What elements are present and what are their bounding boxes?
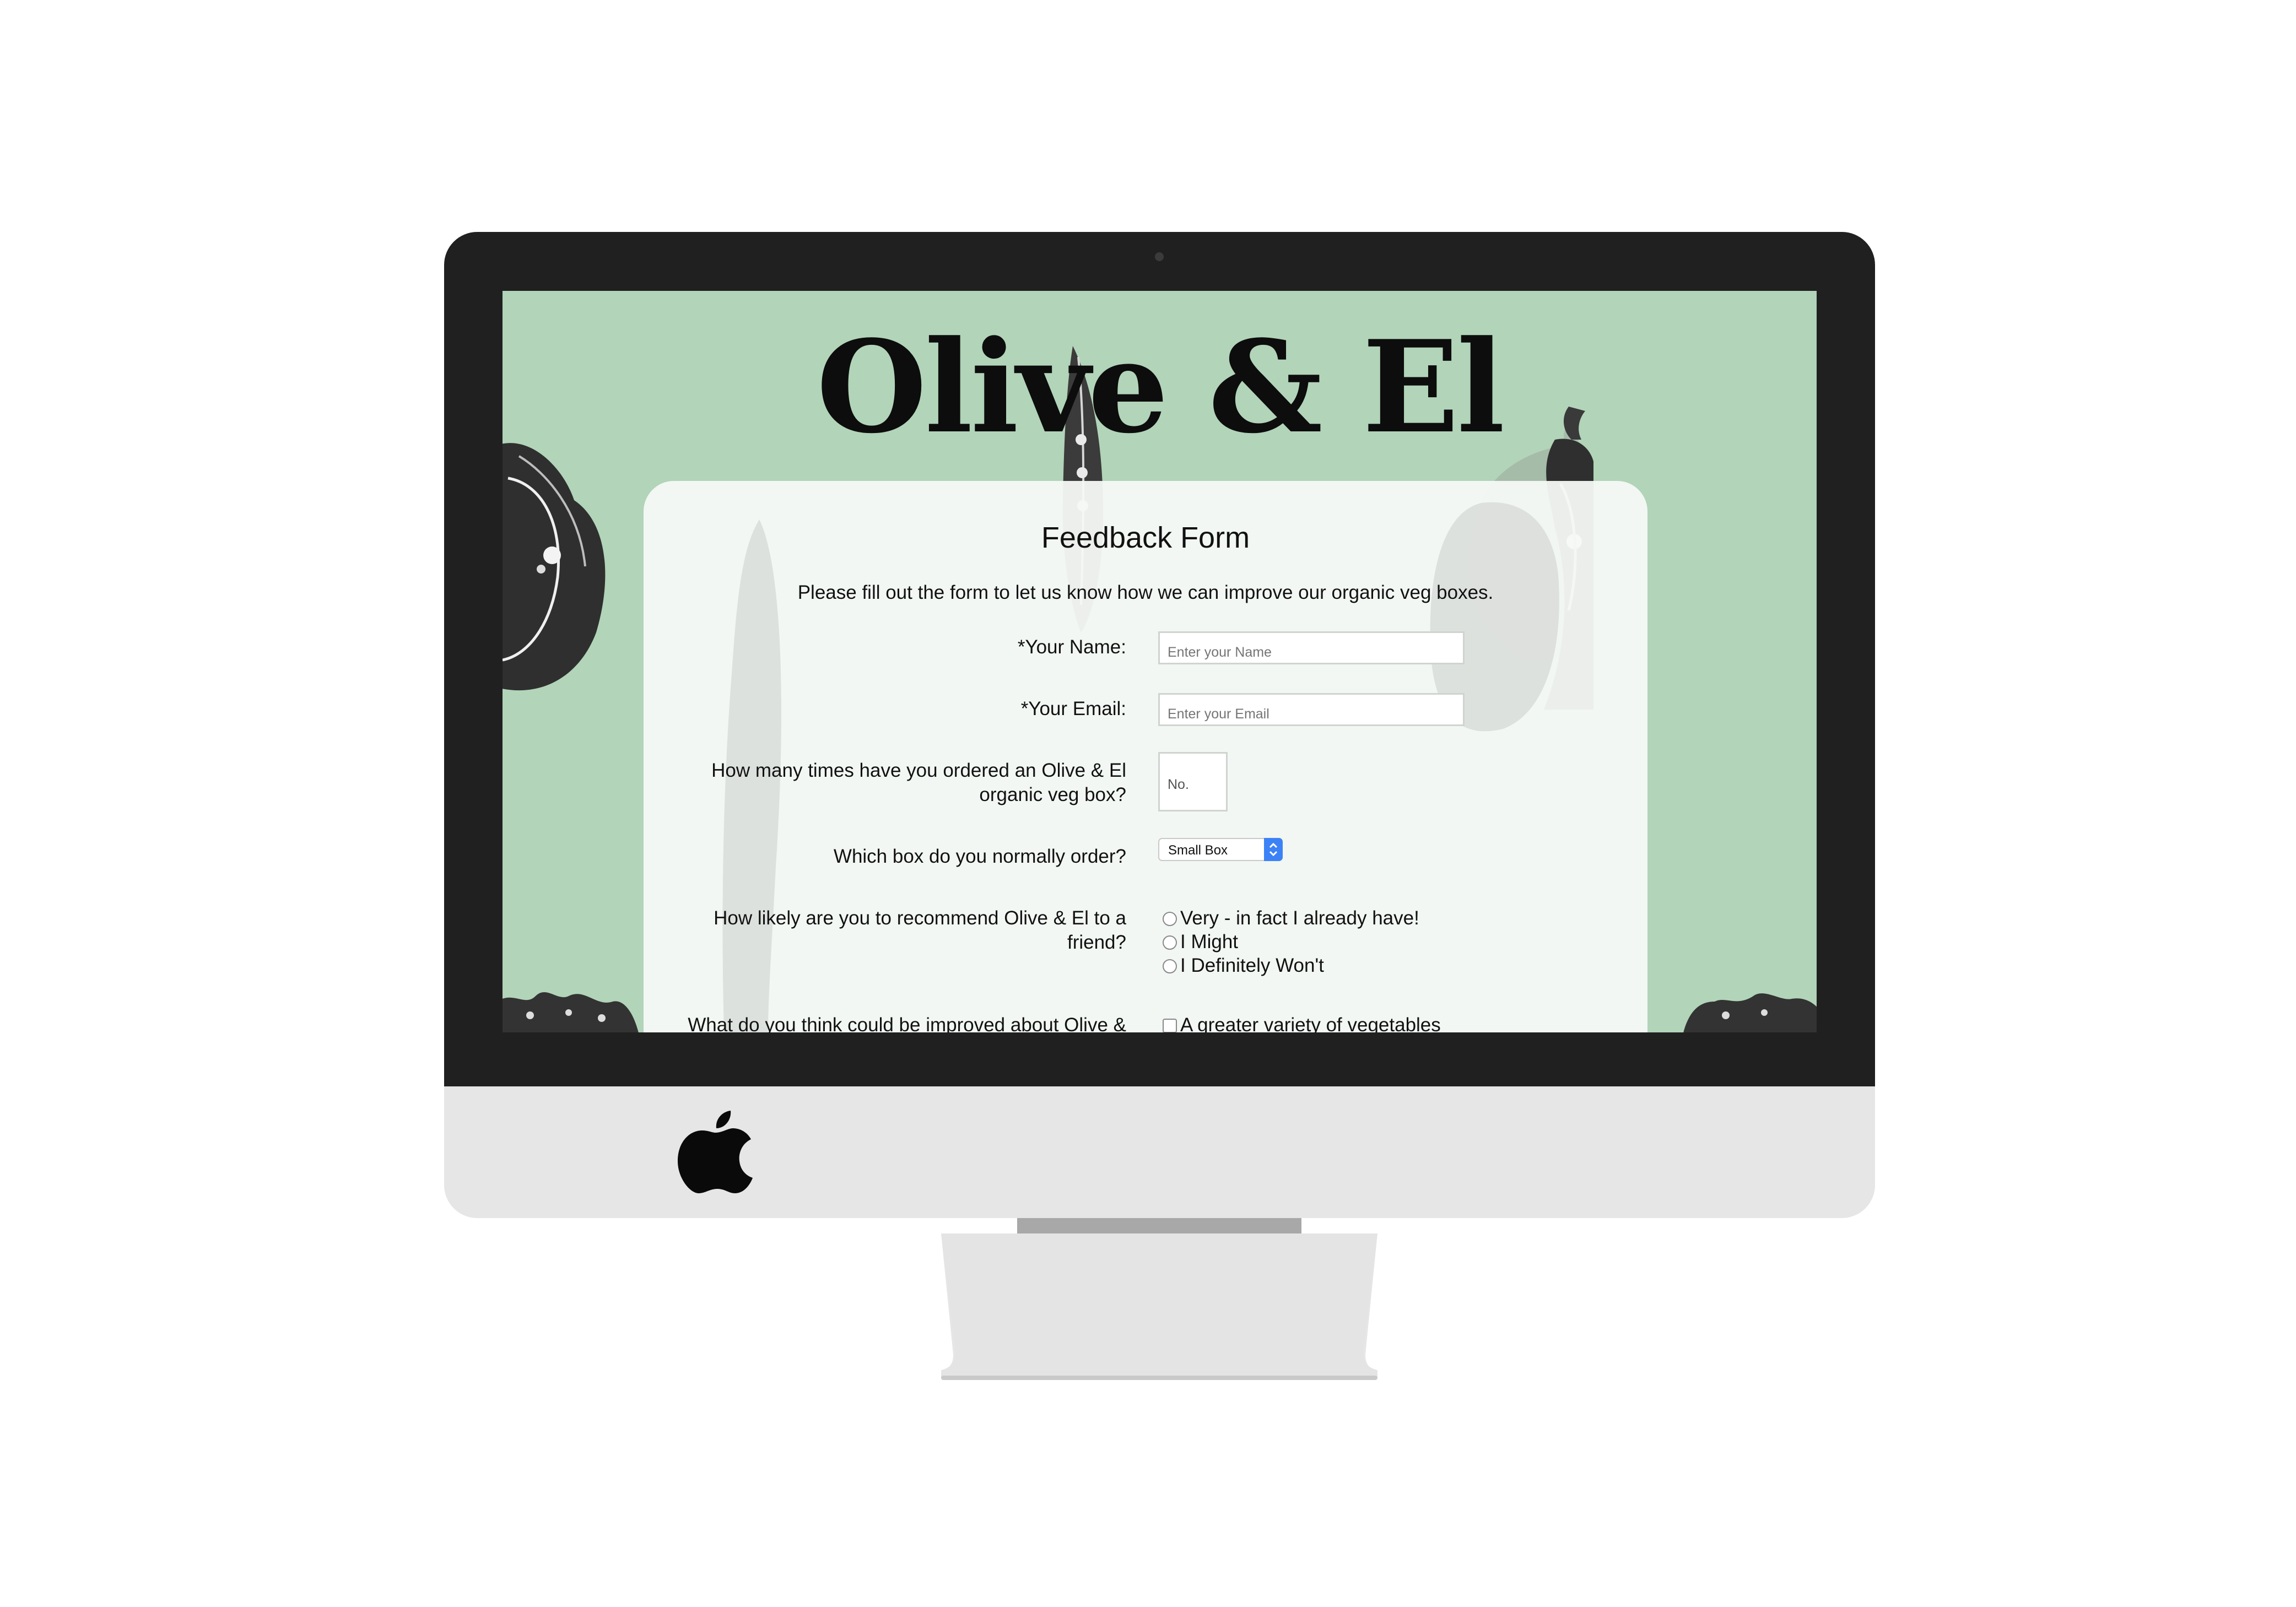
feedback-form-card: Feedback Form Please fill out the form t… xyxy=(644,481,1647,1032)
checkbox[interactable] xyxy=(1163,1019,1177,1032)
box-size-select[interactable]: Small Box xyxy=(1158,838,1283,861)
improve-option-variety[interactable]: A greater variety of vegetables xyxy=(1163,1013,1441,1032)
improve-label: What do you think could be improved abou… xyxy=(688,1014,1126,1032)
monitor-stand xyxy=(941,1233,1377,1380)
email-label: *Your Email: xyxy=(1020,698,1126,719)
option-label: A greater variety of vegetables xyxy=(1180,1014,1441,1032)
form-intro-text: Please fill out the form to let us know … xyxy=(797,582,1494,603)
option-label: I Definitely Won't xyxy=(1180,955,1324,976)
recommend-option-very[interactable]: Very - in fact I already have! xyxy=(1163,906,1419,930)
name-input[interactable] xyxy=(1158,631,1465,664)
email-input[interactable] xyxy=(1158,693,1465,726)
site-logo-title: Olive & El xyxy=(816,313,1505,462)
webcam-icon xyxy=(1155,252,1164,261)
recommend-label-line2: friend? xyxy=(1067,932,1126,953)
recommend-option-might[interactable]: I Might xyxy=(1163,930,1238,954)
radio-button[interactable] xyxy=(1163,959,1177,973)
screen: Olive & El Feedback Form Please fill out… xyxy=(503,291,1817,1032)
order-count-label-line1: How many times have you ordered an Olive… xyxy=(711,760,1126,781)
option-label: Very - in fact I already have! xyxy=(1180,907,1419,929)
monitor-chin xyxy=(444,1086,1875,1218)
form-heading: Feedback Form xyxy=(1041,521,1250,554)
order-count-label-line2: organic veg box? xyxy=(979,784,1126,805)
select-arrows-icon xyxy=(1264,838,1283,861)
radio-button[interactable] xyxy=(1163,912,1177,926)
bell-pepper-left-illustration xyxy=(503,443,606,691)
option-label: I Might xyxy=(1180,931,1239,953)
name-label: *Your Name: xyxy=(1017,636,1126,658)
stand-neck xyxy=(1017,1218,1301,1233)
recommend-label-line1: How likely are you to recommend Olive & … xyxy=(714,907,1126,929)
greens-right-illustration xyxy=(1683,993,1817,1032)
order-count-input[interactable]: No. xyxy=(1158,752,1228,811)
apple-logo-icon xyxy=(678,1111,753,1193)
recommend-option-wont[interactable]: I Definitely Won't xyxy=(1163,954,1324,978)
order-count-label: How many times have you ordered an Olive… xyxy=(711,759,1126,807)
greens-left-illustration xyxy=(503,992,639,1032)
box-select-label: Which box do you normally order? xyxy=(833,846,1126,867)
recommend-label: How likely are you to recommend Olive & … xyxy=(714,906,1126,955)
radio-button[interactable] xyxy=(1163,935,1177,950)
box-size-selected-value: Small Box xyxy=(1168,843,1228,858)
